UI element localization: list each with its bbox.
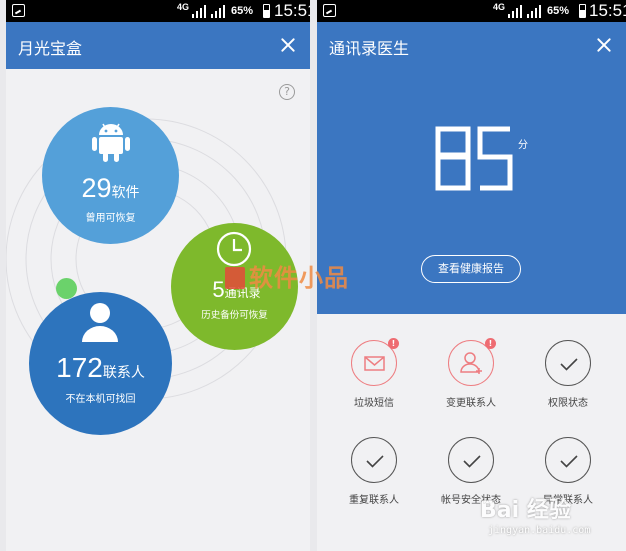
status-bar: 4G 65% 15:51: [317, 0, 626, 22]
check-duplicate-contacts[interactable]: 重复联系人: [330, 437, 418, 506]
signal-icon: [211, 4, 227, 18]
check-label: 变更联系人: [446, 398, 496, 409]
notification-icon: [12, 4, 25, 17]
close-icon[interactable]: [594, 35, 614, 55]
health-score: 85: [435, 126, 513, 191]
baidu-watermark: Bai 经验: [480, 498, 571, 523]
battery-percent: 65%: [547, 5, 570, 17]
battery-icon: [579, 4, 586, 18]
check-icon: [463, 455, 481, 468]
status-bar: 4G 65% 15:51: [6, 0, 310, 22]
title-bar: 通讯录医生: [317, 22, 626, 69]
software-watermark: 软件小品: [225, 258, 349, 293]
signal-icon: [192, 4, 208, 18]
contacts-count: 172联系人: [56, 352, 145, 383]
svg-text:85: 85: [435, 126, 455, 130]
network-type: 4G: [177, 2, 190, 12]
battery-percent: 65%: [231, 5, 254, 17]
check-spam-sms[interactable]: ! 垃圾短信: [330, 338, 418, 409]
contacts-caption: 不在本机可找回: [65, 394, 136, 405]
check-icon: [560, 455, 578, 468]
person-icon: [82, 303, 118, 342]
check-label: 重复联系人: [349, 495, 399, 506]
battery-icon: [263, 4, 270, 18]
view-health-report-button[interactable]: 查看健康报告: [421, 255, 521, 283]
screenshot-composite: 4G 65% 15:51 月光宝盒 ?: [0, 0, 626, 551]
page-title: 月光宝盒: [18, 39, 83, 58]
check-label: 权限状态: [548, 398, 588, 409]
alert-badge: !: [388, 338, 399, 349]
check-icon: [560, 358, 578, 371]
title-bar: 月光宝盒: [6, 22, 310, 69]
network-type: 4G: [493, 2, 506, 12]
check-changed-contacts[interactable]: ! 变更联系人: [427, 338, 515, 409]
contacts-bubble[interactable]: 172联系人 不在本机可找回: [29, 292, 172, 435]
check-permission-status[interactable]: 权限状态: [524, 340, 612, 409]
page-title: 通讯录医生: [329, 39, 410, 58]
check-label: 垃圾短信: [354, 398, 394, 409]
watermark-logo: [225, 267, 245, 289]
clock-time: 15:51: [589, 1, 626, 20]
apps-bubble[interactable]: 29软件 曾用可恢复: [42, 107, 179, 244]
check-icon: [366, 455, 384, 468]
contacts-doctor-screen: 4G 65% 15:51 通讯录医生 85 分 查看健康报告: [317, 0, 626, 551]
apps-caption: 曾用可恢复: [85, 213, 136, 224]
notification-icon: [323, 4, 336, 17]
baidu-url-watermark: jingyan.baidu.com: [488, 525, 591, 536]
score-unit: 分: [518, 140, 528, 151]
signal-icon: [527, 4, 543, 18]
clock-time: 15:51: [274, 1, 310, 20]
alert-badge: !: [485, 338, 496, 349]
apps-count: 29软件: [81, 173, 140, 203]
android-icon: [92, 123, 130, 162]
close-icon[interactable]: [278, 35, 298, 55]
backup-caption: 历史备份可恢复: [201, 310, 268, 321]
signal-icon: [508, 4, 524, 18]
